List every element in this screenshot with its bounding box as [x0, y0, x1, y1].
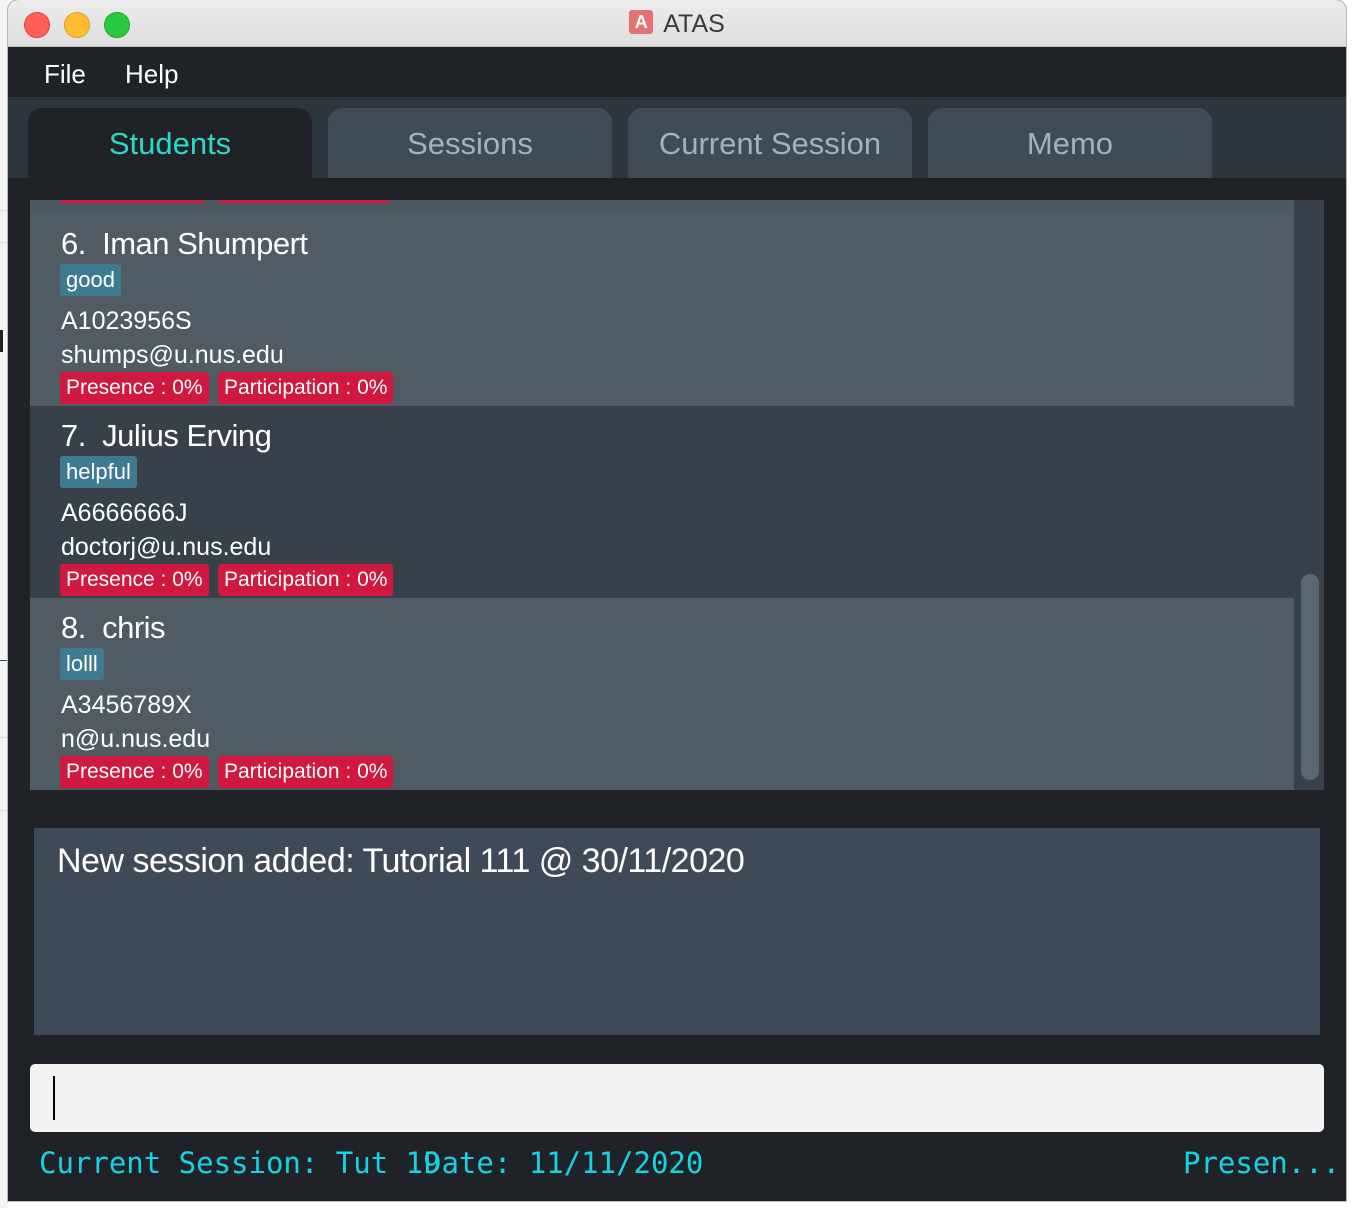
participation-badge: Participation : 0%	[218, 372, 394, 404]
command-input[interactable]	[30, 1064, 1324, 1132]
window-title-area: A ATAS	[8, 0, 1346, 46]
result-display: New session added: Tutorial 111 @ 30/11/…	[34, 828, 1320, 1035]
partial-student-card	[30, 200, 1294, 214]
presence-badge: Presence : 0%	[60, 564, 209, 596]
tab-sessions[interactable]: Sessions	[328, 108, 612, 178]
student-name: 6. Iman Shumpert	[61, 226, 308, 261]
presence-badge: Presence : 0%	[60, 372, 209, 404]
participation-badge: Participation : 0%	[218, 756, 394, 788]
student-list[interactable]: 6. Iman Shumpert good A1023956S shumps@u…	[30, 200, 1324, 790]
student-tag: lolll	[60, 648, 104, 680]
student-name: 8. chris	[61, 610, 166, 645]
participation-badge: Participation : 0%	[218, 564, 394, 596]
tab-bar: Students Sessions Current Session Memo	[8, 97, 1346, 178]
status-date: Date: 11/11/2020	[424, 1146, 704, 1180]
app-icon: A	[629, 10, 654, 34]
student-id: A3456789X	[61, 691, 192, 719]
status-presence: Presen...	[1183, 1146, 1341, 1180]
presence-badge: Presence : 0%	[60, 756, 209, 788]
student-email: shumps@u.nus.edu	[61, 341, 284, 369]
student-tag: good	[60, 264, 121, 296]
student-email: n@u.nus.edu	[61, 725, 211, 753]
tab-current-session[interactable]: Current Session	[628, 108, 912, 178]
student-email: doctorj@u.nus.edu	[61, 533, 272, 561]
menu-file[interactable]: File	[44, 59, 86, 90]
menu-bar: File Help	[8, 47, 1346, 97]
tab-students[interactable]: Students	[28, 108, 312, 178]
student-card[interactable]: 7. Julius Erving helpful A6666666J docto…	[30, 406, 1294, 598]
result-message: New session added: Tutorial 111 @ 30/11/…	[57, 842, 745, 880]
window-title: ATAS	[663, 10, 725, 38]
app-window: A ATAS File Help Students Sessions Curren…	[8, 0, 1346, 1201]
student-id: A1023956S	[61, 307, 192, 335]
title-bar: A ATAS	[8, 0, 1346, 47]
background-window-edge	[0, 0, 8, 1208]
student-tag: helpful	[60, 456, 137, 488]
student-card[interactable]: 8. chris lolll A3456789X n@u.nus.edu Pre…	[30, 598, 1294, 790]
status-current-session: Current Session: Tut 19	[39, 1146, 441, 1180]
student-id: A6666666J	[61, 499, 188, 527]
student-name: 7. Julius Erving	[61, 418, 272, 453]
student-card[interactable]: 6. Iman Shumpert good A1023956S shumps@u…	[30, 214, 1294, 406]
menu-help[interactable]: Help	[125, 59, 178, 90]
tab-memo[interactable]: Memo	[928, 108, 1212, 178]
text-cursor	[53, 1076, 55, 1120]
list-scrollbar-thumb[interactable]	[1301, 574, 1319, 780]
